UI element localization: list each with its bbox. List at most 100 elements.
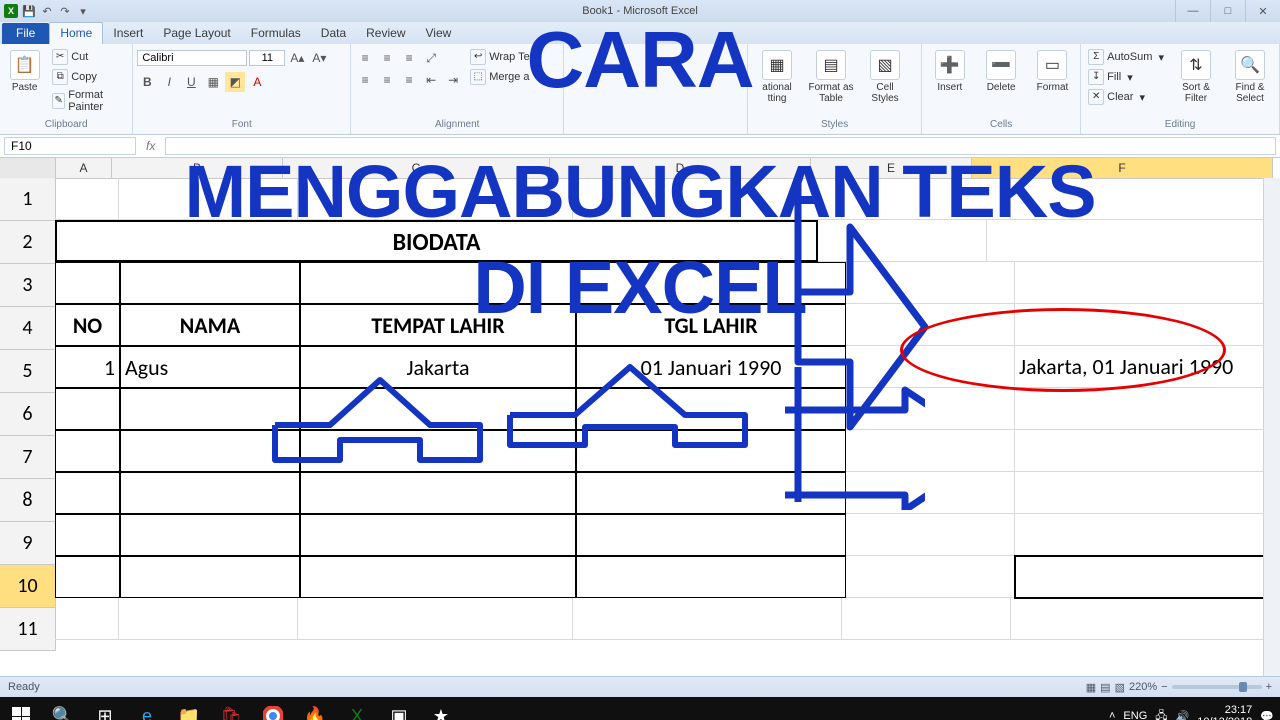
task-view-button[interactable]: ⊞ bbox=[86, 699, 124, 720]
fx-icon[interactable]: fx bbox=[140, 139, 161, 153]
paste-button[interactable]: 📋 Paste bbox=[4, 48, 45, 95]
merge-button[interactable]: ⬚Merge a bbox=[467, 68, 541, 86]
undo-icon[interactable]: ↶ bbox=[40, 4, 54, 18]
wrap-text-button[interactable]: ↩Wrap Text bbox=[467, 48, 541, 66]
file-tab[interactable]: File bbox=[2, 23, 49, 44]
hdr-no[interactable]: NO bbox=[55, 304, 120, 346]
clear-button[interactable]: ✕Clear ▾ bbox=[1085, 88, 1167, 106]
format-painter-button[interactable]: ✎Format Painter bbox=[49, 88, 128, 114]
orientation-icon[interactable]: ⤢ bbox=[421, 48, 441, 68]
col-A[interactable]: A bbox=[56, 158, 112, 178]
view-normal-icon[interactable]: ▦ bbox=[1086, 681, 1096, 694]
network-icon[interactable]: 🖧 bbox=[1155, 707, 1167, 720]
grid[interactable]: BIODATA NO NAMA TEMPAT LAHIR TGL LAHIR 1… bbox=[55, 178, 1280, 640]
row-9[interactable]: 9 bbox=[0, 522, 55, 565]
align-right-icon[interactable]: ≡ bbox=[399, 70, 419, 90]
tab-home[interactable]: Home bbox=[49, 22, 103, 44]
hdr-tempat[interactable]: TEMPAT LAHIR bbox=[300, 304, 576, 346]
row-10[interactable]: 10 bbox=[0, 565, 55, 608]
formula-input[interactable] bbox=[165, 137, 1276, 155]
clock[interactable]: 23:1710/12/2018 bbox=[1197, 704, 1252, 720]
col-D[interactable]: D bbox=[550, 158, 811, 178]
copy-button[interactable]: ⧉Copy bbox=[49, 68, 128, 86]
minimize-button[interactable]: — bbox=[1175, 0, 1210, 22]
tab-formulas[interactable]: Formulas bbox=[241, 23, 311, 44]
row-5[interactable]: 5 bbox=[0, 350, 55, 393]
app-icon-2[interactable]: ★ bbox=[422, 699, 460, 720]
select-all-box[interactable] bbox=[0, 158, 56, 178]
search-button[interactable]: 🔍 bbox=[44, 699, 82, 720]
col-E[interactable]: E bbox=[811, 158, 972, 178]
fill-button[interactable]: ↧Fill ▾ bbox=[1085, 68, 1167, 86]
app-icon[interactable]: ▣ bbox=[380, 699, 418, 720]
indent-inc-icon[interactable]: ⇥ bbox=[443, 70, 463, 90]
align-middle-icon[interactable]: ≡ bbox=[377, 48, 397, 68]
zoom-level[interactable]: 220% bbox=[1129, 681, 1157, 693]
border-button[interactable]: ▦ bbox=[203, 72, 223, 92]
excel-taskbar-icon[interactable]: X bbox=[338, 699, 376, 720]
row-4[interactable]: 4 bbox=[0, 307, 55, 350]
cut-button[interactable]: ✂Cut bbox=[49, 48, 128, 66]
biodata-title[interactable]: BIODATA bbox=[55, 220, 818, 262]
underline-button[interactable]: U bbox=[181, 72, 201, 92]
hdr-tgl[interactable]: TGL LAHIR bbox=[576, 304, 846, 346]
store-icon[interactable]: 🛍 bbox=[212, 699, 250, 720]
volume-icon[interactable]: 🔊 bbox=[1176, 710, 1190, 720]
cell-tgl[interactable]: 01 Januari 1990 bbox=[576, 346, 846, 388]
hdr-nama[interactable]: NAMA bbox=[120, 304, 300, 346]
cell-no[interactable]: 1 bbox=[55, 346, 120, 388]
italic-button[interactable]: I bbox=[159, 72, 179, 92]
name-box[interactable]: F10 bbox=[4, 137, 136, 155]
row-3[interactable]: 3 bbox=[0, 264, 55, 307]
align-top-icon[interactable]: ≡ bbox=[355, 48, 375, 68]
view-break-icon[interactable]: ▧ bbox=[1115, 681, 1125, 694]
notifications-icon[interactable]: 💬 bbox=[1260, 710, 1274, 720]
chrome-icon[interactable] bbox=[254, 699, 292, 720]
cell-result[interactable]: Jakarta, 01 Januari 1990 bbox=[1015, 346, 1280, 388]
close-button[interactable]: ✕ bbox=[1245, 0, 1280, 22]
indent-dec-icon[interactable]: ⇤ bbox=[421, 70, 441, 90]
redo-icon[interactable]: ↷ bbox=[58, 4, 72, 18]
col-C[interactable]: C bbox=[283, 158, 550, 178]
maximize-button[interactable]: □ bbox=[1210, 0, 1245, 22]
insert-cells-button[interactable]: ➕Insert bbox=[926, 48, 973, 95]
active-cell[interactable] bbox=[1015, 556, 1280, 598]
row-1[interactable]: 1 bbox=[0, 178, 55, 221]
qat-dropdown-icon[interactable]: ▾ bbox=[76, 4, 90, 18]
cell-styles-button[interactable]: ▧Cell Styles bbox=[860, 48, 910, 106]
font-name-select[interactable]: Calibri bbox=[137, 50, 247, 66]
start-button[interactable] bbox=[2, 699, 40, 720]
firefox-icon[interactable]: 🔥 bbox=[296, 699, 334, 720]
conditional-formatting-button[interactable]: ▦ational tting bbox=[752, 48, 802, 106]
delete-cells-button[interactable]: ➖Delete bbox=[978, 48, 1025, 95]
zoom-control[interactable]: ▦ ▤ ▧ 220% −+ bbox=[1086, 681, 1272, 694]
tab-view[interactable]: View bbox=[416, 23, 462, 44]
tab-review[interactable]: Review bbox=[356, 23, 415, 44]
lang-indicator[interactable]: ENG bbox=[1123, 710, 1147, 720]
align-center-icon[interactable]: ≡ bbox=[377, 70, 397, 90]
row-2[interactable]: 2 bbox=[0, 221, 55, 264]
font-color-button[interactable]: A bbox=[247, 72, 267, 92]
cell-nama[interactable]: Agus bbox=[120, 346, 300, 388]
vertical-scrollbar[interactable] bbox=[1263, 178, 1280, 676]
col-F[interactable]: F bbox=[972, 158, 1273, 178]
cell-tempat[interactable]: Jakarta bbox=[300, 346, 576, 388]
shrink-font-icon[interactable]: A▾ bbox=[309, 48, 329, 68]
view-layout-icon[interactable]: ▤ bbox=[1100, 681, 1110, 694]
find-select-button[interactable]: 🔍Find & Select bbox=[1225, 48, 1275, 106]
edge-icon[interactable]: e bbox=[128, 699, 166, 720]
align-left-icon[interactable]: ≡ bbox=[355, 70, 375, 90]
align-bottom-icon[interactable]: ≡ bbox=[399, 48, 419, 68]
grow-font-icon[interactable]: A▴ bbox=[287, 48, 307, 68]
row-11[interactable]: 11 bbox=[0, 608, 55, 651]
autosum-button[interactable]: ΣAutoSum ▾ bbox=[1085, 48, 1167, 66]
save-icon[interactable]: 💾 bbox=[22, 4, 36, 18]
format-cells-button[interactable]: ▭Format bbox=[1029, 48, 1076, 95]
explorer-icon[interactable]: 📁 bbox=[170, 699, 208, 720]
worksheet[interactable]: A B C D E F 1 2 3 4 5 6 7 8 9 10 11 BIOD… bbox=[0, 158, 1280, 676]
fill-color-button[interactable]: ◩ bbox=[225, 72, 245, 92]
font-size-select[interactable]: 11 bbox=[249, 50, 285, 66]
row-6[interactable]: 6 bbox=[0, 393, 55, 436]
tab-insert[interactable]: Insert bbox=[103, 23, 153, 44]
row-8[interactable]: 8 bbox=[0, 479, 55, 522]
